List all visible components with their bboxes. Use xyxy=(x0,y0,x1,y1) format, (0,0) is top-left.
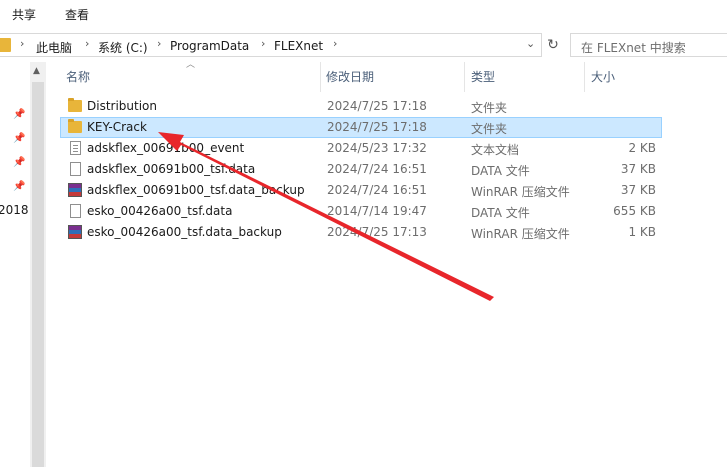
file-name: adskflex_00691b00_tsf.data xyxy=(87,162,256,176)
file-type: 文件夹 xyxy=(471,122,508,136)
scrollbar-thumb[interactable] xyxy=(32,82,44,467)
file-row[interactable]: adskflex_00691b00_tsf.data_backup 2024/7… xyxy=(60,180,662,201)
file-name: esko_00426a00_tsf.data xyxy=(87,204,233,218)
file-name: adskflex_00691b00_tsf.data_backup xyxy=(87,183,305,197)
file-date: 2024/7/24 16:51 xyxy=(327,183,427,197)
scroll-up-icon[interactable]: ▲ xyxy=(33,66,40,76)
file-icon xyxy=(70,162,81,176)
file-row[interactable]: adskflex_00691b00_event 2024/5/23 17:32 … xyxy=(60,138,662,159)
file-row[interactable]: esko_00426a00_tsf.data_backup 2024/7/25 … xyxy=(60,222,662,243)
pin-icon[interactable]: 📌 xyxy=(13,181,25,193)
column-header-date[interactable]: 修改日期 xyxy=(321,58,463,94)
chevron-right-icon[interactable]: › xyxy=(333,37,337,50)
file-type: 文本文档 xyxy=(471,143,520,157)
file-date: 2024/7/25 17:18 xyxy=(327,99,427,113)
pin-icon[interactable]: 📌 xyxy=(13,133,25,145)
file-size: 37 KB xyxy=(620,183,656,197)
text-file-icon xyxy=(70,141,81,155)
tab-view[interactable]: 查看 xyxy=(65,6,89,23)
pin-icon[interactable]: 📌 xyxy=(13,109,25,121)
refresh-icon[interactable]: ↻ xyxy=(542,33,564,57)
column-header-name[interactable]: 名称 xyxy=(60,58,320,94)
file-type: WinRAR 压缩文件 xyxy=(471,185,570,199)
file-size: 1 KB xyxy=(628,225,656,239)
search-placeholder: 在 FLEXnet 中搜索 xyxy=(581,41,686,55)
file-date: 2024/5/23 17:32 xyxy=(327,141,427,155)
chevron-right-icon[interactable]: › xyxy=(157,37,161,50)
search-input[interactable]: 在 FLEXnet 中搜索 xyxy=(570,33,727,57)
file-size: 2 KB xyxy=(628,141,656,155)
file-date: 2024/7/25 17:13 xyxy=(327,225,427,239)
file-type: DATA 文件 xyxy=(471,206,530,220)
column-header-label: 修改日期 xyxy=(326,70,375,84)
chevron-right-icon[interactable]: › xyxy=(261,37,265,50)
file-type: DATA 文件 xyxy=(471,164,530,178)
file-row-selected[interactable]: KEY-Crack 2024/7/25 17:18 文件夹 xyxy=(60,117,662,138)
folder-icon xyxy=(0,38,11,52)
file-size: 655 KB xyxy=(613,204,656,218)
file-size: 37 KB xyxy=(620,162,656,176)
breadcrumb-flexnet[interactable]: FLEXnet xyxy=(274,39,323,53)
winrar-icon xyxy=(68,225,82,239)
column-header-label: 名称 xyxy=(66,70,91,84)
chevron-right-icon[interactable]: › xyxy=(20,37,24,50)
breadcrumb-system-c[interactable]: 系统 (C:) xyxy=(98,39,148,56)
file-row[interactable]: esko_00426a00_tsf.data 2014/7/14 19:47 D… xyxy=(60,201,662,222)
file-icon xyxy=(70,204,81,218)
file-type: WinRAR 压缩文件 xyxy=(471,227,570,241)
ribbon: 共享 查看 xyxy=(0,0,727,30)
winrar-icon xyxy=(68,183,82,197)
column-header-label: 类型 xyxy=(471,70,496,84)
file-row[interactable]: adskflex_00691b00_tsf.data 2024/7/24 16:… xyxy=(60,159,662,180)
file-name: Distribution xyxy=(87,99,158,113)
folder-icon xyxy=(68,98,82,112)
file-name: esko_00426a00_tsf.data_backup xyxy=(87,225,282,239)
address-bar[interactable]: › 此电脑 › 系统 (C:) › ProgramData › FLEXnet … xyxy=(0,33,542,57)
nav-scrollbar[interactable]: ▲ xyxy=(30,62,46,467)
breadcrumb-this-pc[interactable]: 此电脑 xyxy=(36,39,72,56)
file-name: KEY-Crack xyxy=(87,120,147,134)
file-date: 2024/7/24 16:51 xyxy=(327,162,427,176)
navigation-pane: 📌 📌 📌 📌 2018 xyxy=(0,58,30,467)
file-name: adskflex_00691b00_event xyxy=(87,141,245,155)
file-row[interactable]: Distribution 2024/7/25 17:18 文件夹 xyxy=(60,96,662,117)
chevron-right-icon[interactable]: › xyxy=(85,37,89,50)
nav-item-label[interactable]: 2018 xyxy=(0,203,29,217)
pin-icon[interactable]: 📌 xyxy=(13,157,25,169)
column-header-size[interactable]: 大小 xyxy=(585,58,665,94)
column-header-type[interactable]: 类型 xyxy=(465,58,583,94)
folder-icon xyxy=(68,119,82,133)
chevron-down-icon[interactable]: ⌄ xyxy=(526,37,535,50)
file-date: 2024/7/25 17:18 xyxy=(327,120,427,134)
file-date: 2014/7/14 19:47 xyxy=(327,204,427,218)
file-type: 文件夹 xyxy=(471,101,508,115)
address-row: › 此电脑 › 系统 (C:) › ProgramData › FLEXnet … xyxy=(0,30,727,58)
breadcrumb-programdata[interactable]: ProgramData xyxy=(170,39,249,53)
tab-share[interactable]: 共享 xyxy=(12,6,36,23)
column-header-label: 大小 xyxy=(591,70,616,84)
